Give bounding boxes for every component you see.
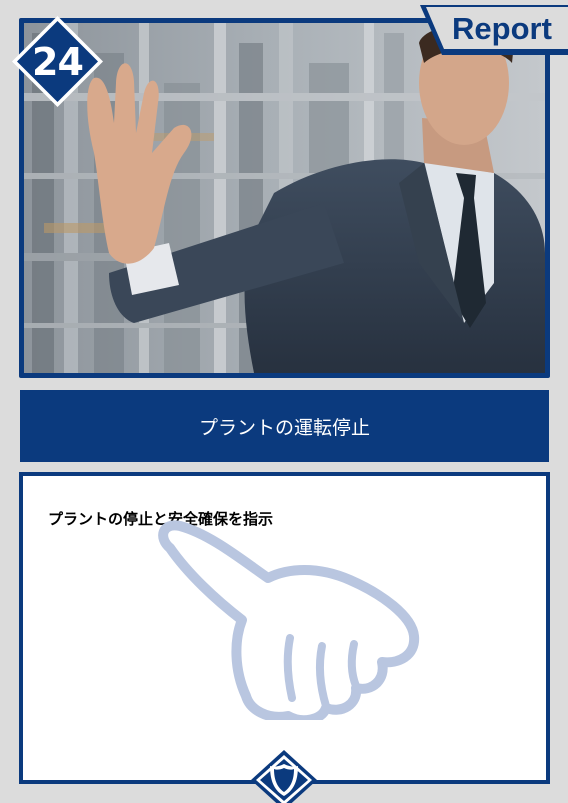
shield-icon bbox=[251, 750, 317, 803]
report-label: Report bbox=[452, 11, 552, 46]
number-badge: 24 bbox=[10, 14, 105, 109]
report-tab: Report bbox=[420, 5, 568, 55]
pointing-hand-icon bbox=[158, 520, 420, 720]
card-number: 24 bbox=[32, 39, 84, 84]
card-title: プラントの運転停止 bbox=[198, 416, 370, 439]
title-bar: プラントの運転停止 bbox=[20, 390, 549, 462]
report-card: 24 Report プラントの運転停止 プラントの停止と安全確保を指示 bbox=[0, 0, 568, 803]
